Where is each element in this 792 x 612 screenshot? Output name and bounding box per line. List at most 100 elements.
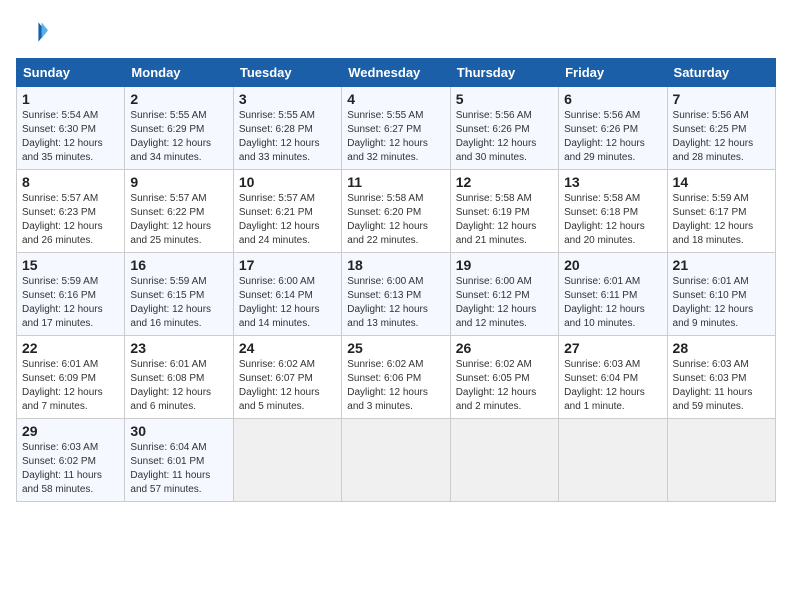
col-friday: Friday [559, 59, 667, 87]
day-number: 21 [673, 257, 770, 273]
day-number: 3 [239, 91, 336, 107]
calendar-table: Sunday Monday Tuesday Wednesday Thursday… [16, 58, 776, 502]
logo [16, 16, 52, 48]
day-number: 26 [456, 340, 553, 356]
day-number: 17 [239, 257, 336, 273]
day-number: 8 [22, 174, 119, 190]
day-number: 24 [239, 340, 336, 356]
table-row: 10 Sunrise: 5:57 AM Sunset: 6:21 PM Dayli… [233, 170, 341, 253]
logo-icon [16, 16, 48, 48]
day-number: 28 [673, 340, 770, 356]
day-info: Sunrise: 6:03 AM Sunset: 6:03 PM Dayligh… [673, 358, 770, 414]
table-row [559, 419, 667, 502]
table-row: 19Sunrise: 6:00 AM Sunset: 6:12 PM Dayli… [450, 253, 558, 336]
week-row-2: 15 Sunrise: 5:59 AM Sunset: 6:16 PM Dayli… [17, 253, 776, 336]
day-info: Sunrise: 5:57 AM Sunset: 6:21 PM Dayligh… [239, 192, 336, 248]
day-info: Sunrise: 5:57 AM Sunset: 6:22 PM Dayligh… [130, 192, 227, 248]
day-number: 13 [564, 174, 661, 190]
table-row: 12Sunrise: 5:58 AM Sunset: 6:19 PM Dayli… [450, 170, 558, 253]
table-row: 9 Sunrise: 5:57 AM Sunset: 6:22 PM Daylig… [125, 170, 233, 253]
table-row: 25 Sunrise: 6:02 AM Sunset: 6:06 PM Dayli… [342, 336, 450, 419]
day-info: Sunrise: 5:55 AM Sunset: 6:28 PM Dayligh… [239, 109, 336, 165]
day-info: Sunrise: 5:58 AM Sunset: 6:20 PM Dayligh… [347, 192, 444, 248]
week-row-4: 29Sunrise: 6:03 AM Sunset: 6:02 PM Dayli… [17, 419, 776, 502]
header [16, 16, 776, 48]
day-info: Sunrise: 6:02 AM Sunset: 6:06 PM Dayligh… [347, 358, 444, 414]
day-number: 10 [239, 174, 336, 190]
table-row: 21 Sunrise: 6:01 AM Sunset: 6:10 PM Dayli… [667, 253, 775, 336]
table-row [233, 419, 341, 502]
table-row [342, 419, 450, 502]
day-number: 7 [673, 91, 770, 107]
table-row: 28 Sunrise: 6:03 AM Sunset: 6:03 PM Dayli… [667, 336, 775, 419]
day-info: Sunrise: 6:01 AM Sunset: 6:08 PM Dayligh… [130, 358, 227, 414]
table-row: 15 Sunrise: 5:59 AM Sunset: 6:16 PM Dayli… [17, 253, 125, 336]
table-row: 30 Sunrise: 6:04 AM Sunset: 6:01 PM Dayli… [125, 419, 233, 502]
table-row: 26Sunrise: 6:02 AM Sunset: 6:05 PM Dayli… [450, 336, 558, 419]
day-number: 2 [130, 91, 227, 107]
day-number: 16 [130, 257, 227, 273]
col-saturday: Saturday [667, 59, 775, 87]
day-info: Sunrise: 5:54 AM Sunset: 6:30 PM Dayligh… [22, 109, 119, 165]
col-thursday: Thursday [450, 59, 558, 87]
table-row: 29Sunrise: 6:03 AM Sunset: 6:02 PM Dayli… [17, 419, 125, 502]
day-number: 1 [22, 91, 119, 107]
table-row: 4 Sunrise: 5:55 AM Sunset: 6:27 PM Daylig… [342, 87, 450, 170]
day-number: 20 [564, 257, 661, 273]
day-number: 14 [673, 174, 770, 190]
day-number: 11 [347, 174, 444, 190]
header-row: Sunday Monday Tuesday Wednesday Thursday… [17, 59, 776, 87]
table-row: 13 Sunrise: 5:58 AM Sunset: 6:18 PM Dayli… [559, 170, 667, 253]
day-info: Sunrise: 5:58 AM Sunset: 6:18 PM Dayligh… [564, 192, 661, 248]
day-number: 19 [456, 257, 553, 273]
table-row: 24 Sunrise: 6:02 AM Sunset: 6:07 PM Dayli… [233, 336, 341, 419]
table-row: 22 Sunrise: 6:01 AM Sunset: 6:09 PM Dayli… [17, 336, 125, 419]
table-row: 20Sunrise: 6:01 AM Sunset: 6:11 PM Dayli… [559, 253, 667, 336]
table-row: 3 Sunrise: 5:55 AM Sunset: 6:28 PM Daylig… [233, 87, 341, 170]
table-row: 6Sunrise: 5:56 AM Sunset: 6:26 PM Daylig… [559, 87, 667, 170]
day-info: Sunrise: 5:59 AM Sunset: 6:17 PM Dayligh… [673, 192, 770, 248]
col-wednesday: Wednesday [342, 59, 450, 87]
day-info: Sunrise: 6:01 AM Sunset: 6:10 PM Dayligh… [673, 275, 770, 331]
day-info: Sunrise: 6:03 AM Sunset: 6:02 PM Dayligh… [22, 441, 119, 497]
table-row: 27 Sunrise: 6:03 AM Sunset: 6:04 PM Dayli… [559, 336, 667, 419]
table-row: 17Sunrise: 6:00 AM Sunset: 6:14 PM Dayli… [233, 253, 341, 336]
day-info: Sunrise: 5:57 AM Sunset: 6:23 PM Dayligh… [22, 192, 119, 248]
day-info: Sunrise: 6:00 AM Sunset: 6:13 PM Dayligh… [347, 275, 444, 331]
day-number: 4 [347, 91, 444, 107]
day-number: 25 [347, 340, 444, 356]
day-info: Sunrise: 6:02 AM Sunset: 6:07 PM Dayligh… [239, 358, 336, 414]
table-row: 2 Sunrise: 5:55 AM Sunset: 6:29 PM Daylig… [125, 87, 233, 170]
day-info: Sunrise: 5:59 AM Sunset: 6:16 PM Dayligh… [22, 275, 119, 331]
day-number: 27 [564, 340, 661, 356]
day-info: Sunrise: 5:55 AM Sunset: 6:29 PM Dayligh… [130, 109, 227, 165]
day-info: Sunrise: 5:55 AM Sunset: 6:27 PM Dayligh… [347, 109, 444, 165]
table-row [667, 419, 775, 502]
day-number: 9 [130, 174, 227, 190]
table-row: 16Sunrise: 5:59 AM Sunset: 6:15 PM Dayli… [125, 253, 233, 336]
col-monday: Monday [125, 59, 233, 87]
table-row: 8 Sunrise: 5:57 AM Sunset: 6:23 PM Daylig… [17, 170, 125, 253]
col-sunday: Sunday [17, 59, 125, 87]
day-number: 12 [456, 174, 553, 190]
table-row: 11 Sunrise: 5:58 AM Sunset: 6:20 PM Dayli… [342, 170, 450, 253]
day-info: Sunrise: 6:01 AM Sunset: 6:09 PM Dayligh… [22, 358, 119, 414]
table-row: 1 Sunrise: 5:54 AM Sunset: 6:30 PM Daylig… [17, 87, 125, 170]
day-number: 30 [130, 423, 227, 439]
day-number: 5 [456, 91, 553, 107]
day-number: 23 [130, 340, 227, 356]
day-number: 22 [22, 340, 119, 356]
table-row [450, 419, 558, 502]
day-info: Sunrise: 6:03 AM Sunset: 6:04 PM Dayligh… [564, 358, 661, 414]
table-row: 7 Sunrise: 5:56 AM Sunset: 6:25 PM Daylig… [667, 87, 775, 170]
table-row: 14 Sunrise: 5:59 AM Sunset: 6:17 PM Dayli… [667, 170, 775, 253]
day-number: 18 [347, 257, 444, 273]
week-row-0: 1 Sunrise: 5:54 AM Sunset: 6:30 PM Daylig… [17, 87, 776, 170]
day-info: Sunrise: 5:56 AM Sunset: 6:25 PM Dayligh… [673, 109, 770, 165]
day-info: Sunrise: 5:56 AM Sunset: 6:26 PM Dayligh… [564, 109, 661, 165]
day-info: Sunrise: 6:04 AM Sunset: 6:01 PM Dayligh… [130, 441, 227, 497]
day-number: 15 [22, 257, 119, 273]
week-row-3: 22 Sunrise: 6:01 AM Sunset: 6:09 PM Dayli… [17, 336, 776, 419]
week-row-1: 8 Sunrise: 5:57 AM Sunset: 6:23 PM Daylig… [17, 170, 776, 253]
day-info: Sunrise: 5:56 AM Sunset: 6:26 PM Dayligh… [456, 109, 553, 165]
